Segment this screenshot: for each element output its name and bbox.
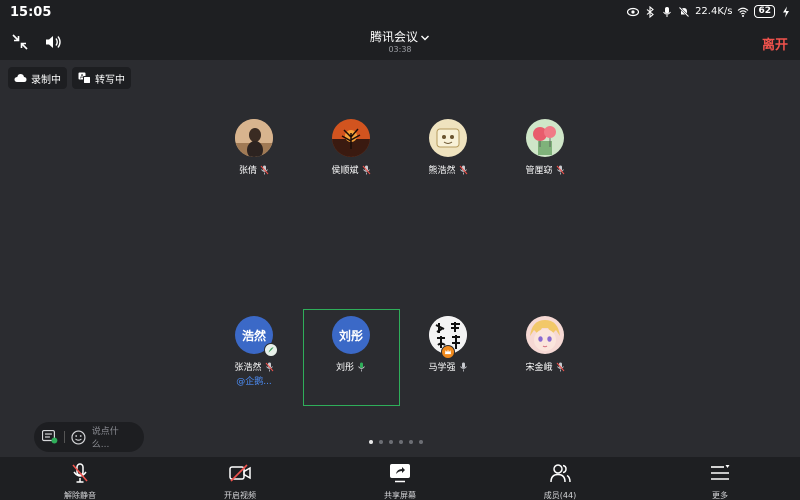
page-indicator: [369, 440, 423, 444]
page-dot[interactable]: [419, 440, 423, 444]
participant-name: 张倩: [238, 166, 257, 176]
avatar-initials: 刘彤: [338, 328, 363, 343]
more-label: 更多: [712, 491, 728, 500]
page-dot[interactable]: [369, 440, 373, 444]
share-screen-icon: [390, 464, 410, 483]
wifi-icon: [738, 7, 749, 17]
bottom-toolbar: 解除静音 开启视频 共享屏幕 成员(44) 更多: [0, 457, 800, 500]
charging-icon: [783, 6, 789, 17]
avatar-initials: 浩然: [241, 328, 266, 343]
avatar: [429, 119, 467, 157]
mic-muted-icon: [362, 165, 370, 174]
meeting-timer: 03:38: [388, 45, 412, 54]
bluetooth-icon: [646, 5, 654, 18]
participant-tile[interactable]: 熊浩然: [403, 119, 493, 176]
start-video-label: 开启视频: [224, 491, 256, 500]
recording-label: 录制中: [31, 74, 61, 86]
participant-company: @企鹅...: [236, 377, 272, 387]
transcribing-label: 转写中: [95, 74, 125, 86]
avatar: [526, 316, 564, 354]
unmute-button[interactable]: 解除静音: [40, 463, 120, 500]
status-time: 15:05: [10, 5, 52, 20]
more-menu-icon: [711, 465, 730, 480]
mic-muted-icon: [556, 362, 564, 371]
avatar: 浩然: [235, 316, 278, 357]
page-dot[interactable]: [399, 440, 403, 444]
participant-tile[interactable]: 宋金峨: [500, 316, 590, 373]
status-icons: 22.4K/s 62: [627, 5, 792, 18]
members-button[interactable]: 成员(44): [520, 463, 600, 500]
participant-tile[interactable]: 管厘窈: [500, 119, 590, 176]
mic-active-icon: [358, 362, 365, 371]
start-video-button[interactable]: 开启视频: [200, 463, 280, 500]
battery-level: 62: [754, 5, 775, 18]
participant-tile[interactable]: 刘彤 刘彤: [306, 316, 396, 373]
mic-muted-icon: [459, 165, 467, 174]
avatar: [332, 119, 370, 157]
microphone-icon: [663, 6, 671, 17]
avatar: 刘彤: [332, 316, 370, 354]
eye-icon: [627, 7, 640, 16]
share-screen-button[interactable]: 共享屏幕: [360, 463, 440, 500]
danmaku-toggle-icon[interactable]: [42, 430, 58, 444]
participant-tile[interactable]: 张倩: [209, 119, 299, 176]
mic-off-icon: [72, 463, 88, 483]
avatar: [429, 316, 467, 359]
members-icon: [550, 464, 571, 483]
participant-name: 侯顺斌: [331, 166, 359, 176]
chat-placeholder[interactable]: 说点什么...: [92, 424, 136, 450]
participant-name: 管厘窈: [525, 166, 553, 176]
participant-tile[interactable]: 马学强: [403, 316, 493, 373]
transcribe-icon: A: [78, 72, 91, 84]
page-dot[interactable]: [379, 440, 383, 444]
divider: [63, 431, 65, 443]
chat-input-bar[interactable]: 说点什么...: [34, 422, 144, 452]
participant-tile[interactable]: 侯顺斌: [306, 119, 396, 176]
participant-name: 刘彤: [335, 363, 354, 373]
participant-tile[interactable]: 浩然 张浩然 @企鹅...: [209, 316, 299, 387]
avatar: [526, 119, 564, 157]
leave-button[interactable]: 离开: [762, 34, 788, 53]
members-label: 成员(44): [543, 491, 577, 500]
chevron-down-icon: [421, 35, 429, 40]
mic-muted-icon: [556, 165, 564, 174]
participant-name: 马学强: [428, 363, 456, 373]
enterprise-badge-icon: [264, 343, 278, 357]
meeting-title[interactable]: 腾讯会议: [0, 28, 800, 45]
recording-chip[interactable]: 录制中: [8, 67, 67, 89]
unmute-label: 解除静音: [64, 491, 96, 500]
meeting-title-text: 腾讯会议: [369, 30, 418, 44]
avatar: [235, 119, 273, 157]
mute-bell-icon: [678, 6, 690, 17]
cloud-icon: [14, 74, 27, 82]
mic-muted-icon: [260, 165, 269, 174]
transcribing-chip[interactable]: A 转写中: [72, 67, 131, 89]
share-screen-label: 共享屏幕: [384, 491, 416, 500]
participant-name: 张浩然: [234, 363, 262, 373]
mic-icon: [459, 362, 467, 371]
more-button[interactable]: 更多: [680, 463, 760, 500]
mic-muted-icon: [265, 362, 273, 371]
participant-name: 宋金峨: [525, 363, 553, 373]
emoji-icon[interactable]: [71, 429, 86, 445]
page-dot[interactable]: [389, 440, 393, 444]
page-dot[interactable]: [409, 440, 413, 444]
host-badge-icon: [441, 345, 455, 359]
status-bar: 15:05 22.4K/s 62: [0, 0, 800, 26]
video-off-icon: [229, 464, 251, 482]
meeting-header: 腾讯会议 03:38 离开: [0, 26, 800, 60]
participant-name: 熊浩然: [428, 166, 456, 176]
net-speed: 22.4K/s: [695, 6, 733, 17]
